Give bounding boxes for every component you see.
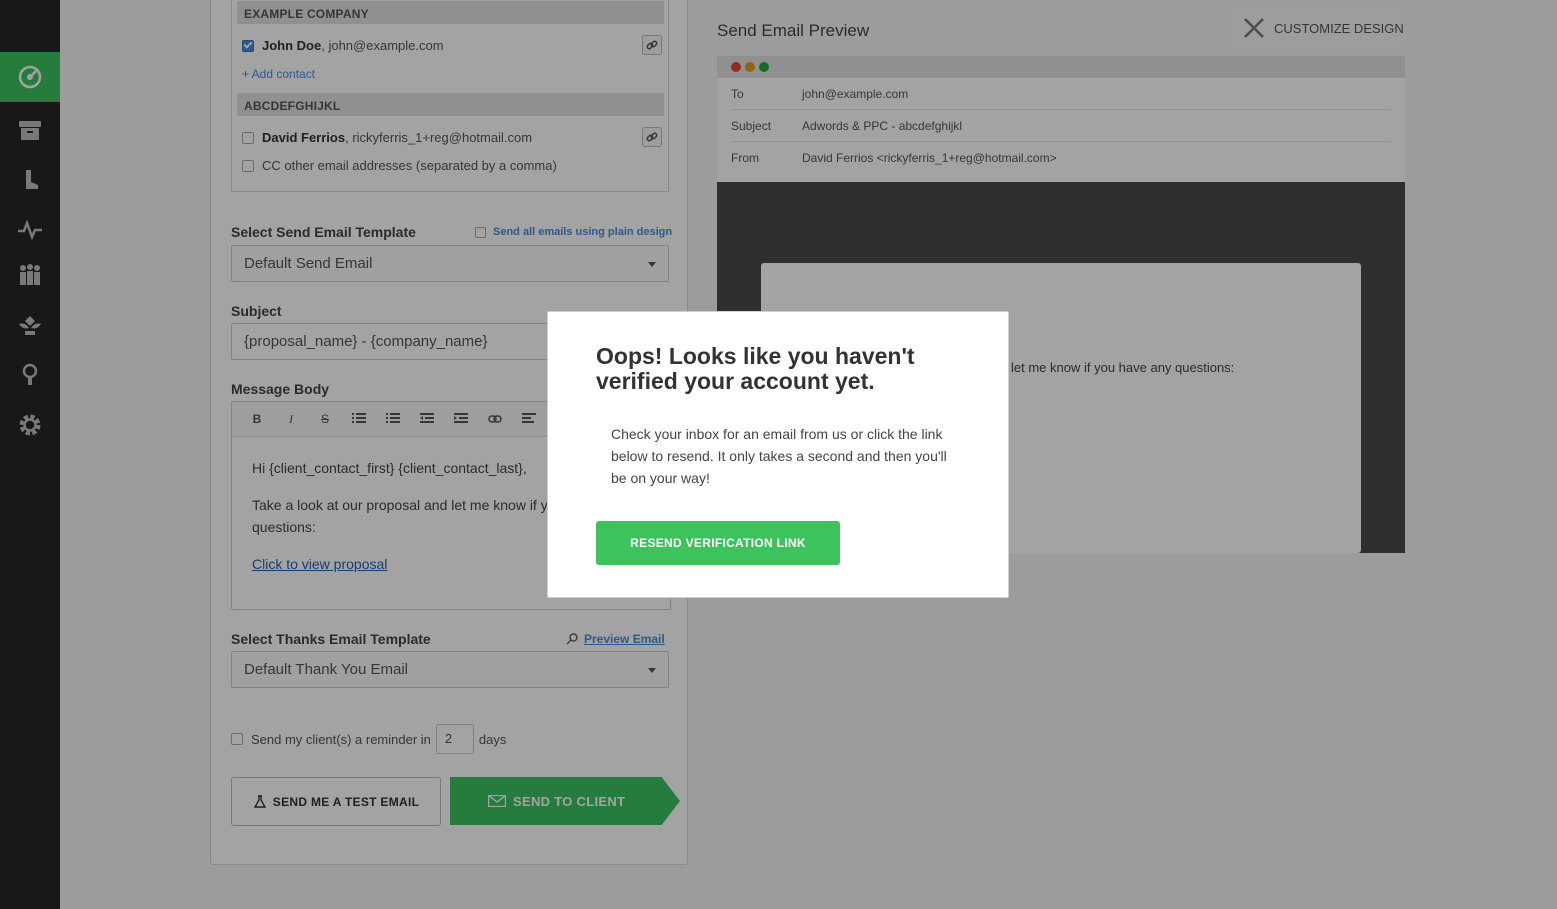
verify-account-modal: Oops! Looks like you haven't verified yo… [547, 311, 1009, 598]
resend-verification-button[interactable]: RESEND VERIFICATION LINK [596, 521, 840, 565]
modal-title: Oops! Looks like you haven't verified yo… [596, 343, 915, 394]
modal-body: Check your inbox for an email from us or… [611, 426, 947, 486]
